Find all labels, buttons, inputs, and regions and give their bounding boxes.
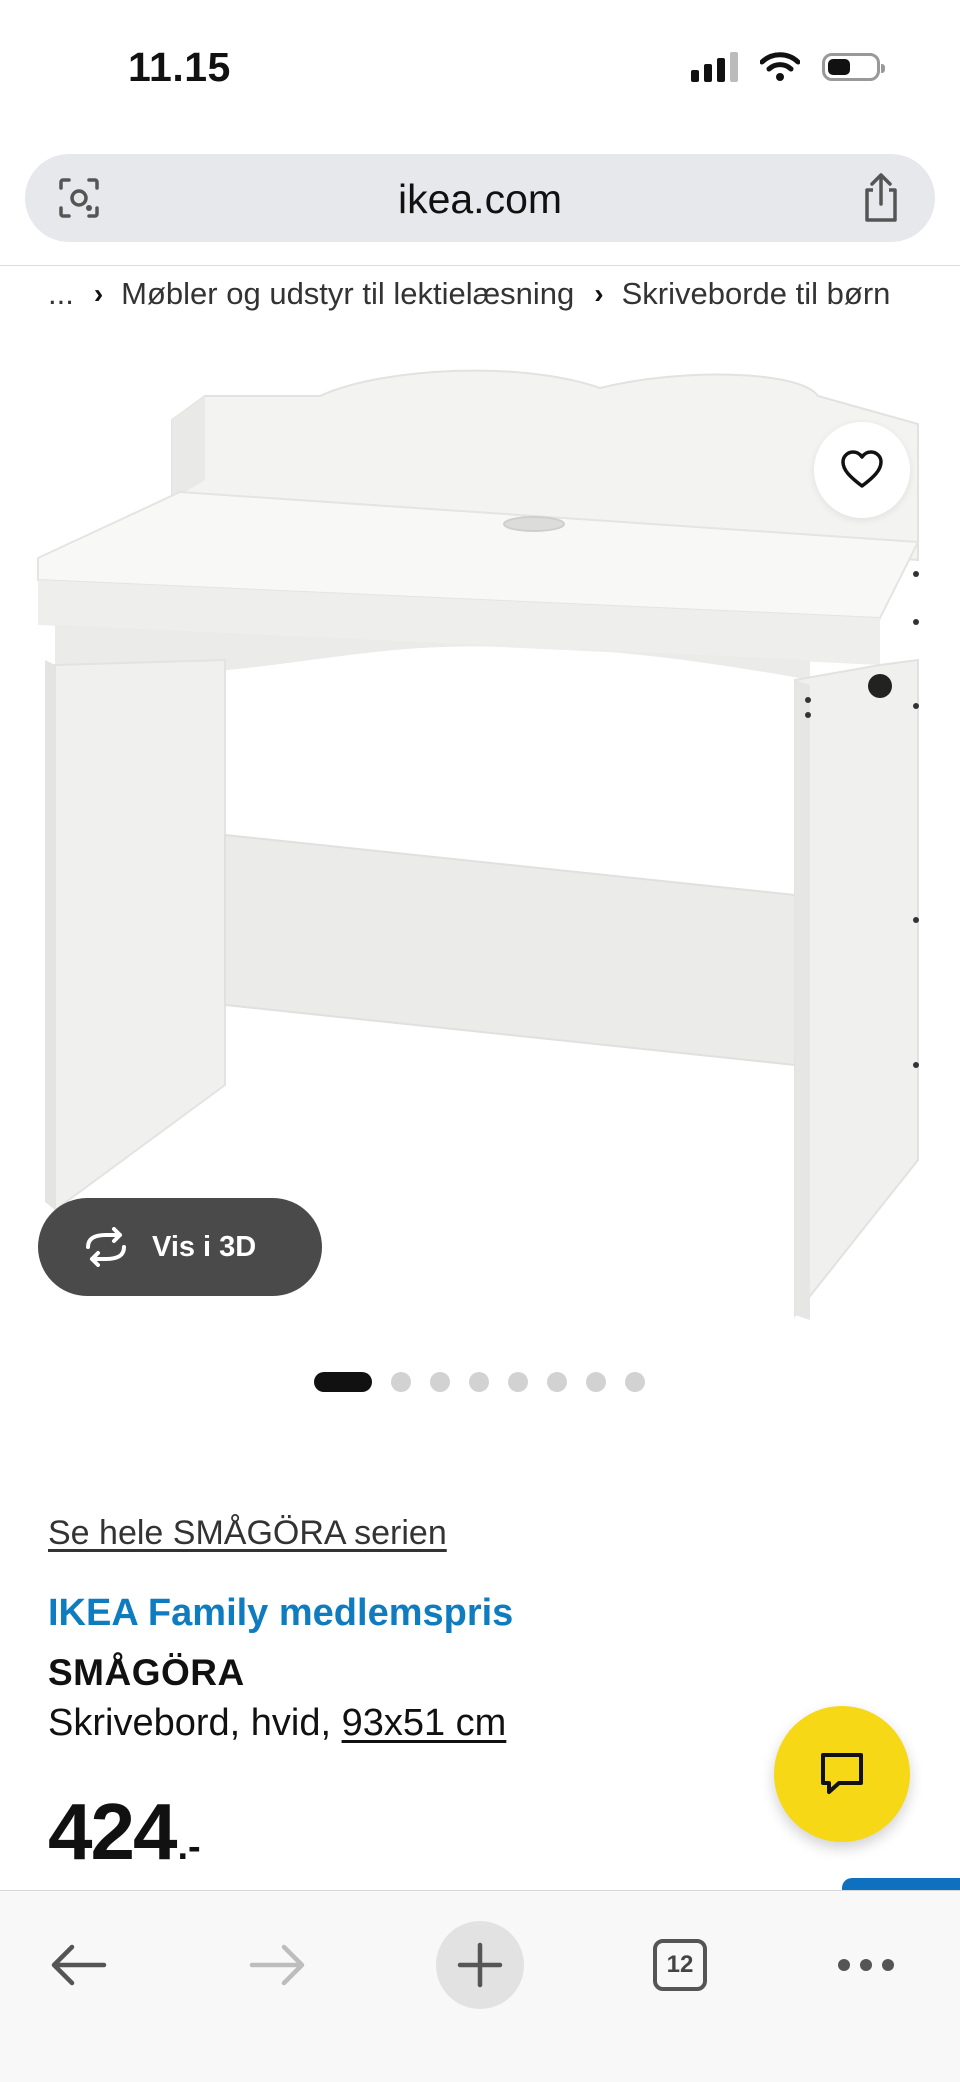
- pagination-dot[interactable]: [508, 1372, 528, 1392]
- pagination-dot[interactable]: [314, 1372, 372, 1392]
- url-text[interactable]: ikea.com: [25, 176, 935, 223]
- product-description-text: Skrivebord, hvid,: [48, 1702, 332, 1744]
- signal-icon: [691, 52, 738, 82]
- back-icon: [51, 1944, 107, 1986]
- share-icon[interactable]: [857, 172, 905, 224]
- breadcrumb-chevron-icon: ›: [594, 278, 604, 309]
- view-3d-label: Vis i 3D: [152, 1230, 257, 1263]
- pagination-dot[interactable]: [469, 1372, 489, 1392]
- series-link[interactable]: Se hele SMÅGÖRA serien: [48, 1514, 447, 1553]
- wifi-icon: [760, 52, 800, 81]
- more-button[interactable]: [822, 1921, 910, 2009]
- status-icons: [691, 52, 885, 82]
- tabs-icon: 12: [653, 1939, 707, 1991]
- view-3d-button[interactable]: Vis i 3D: [38, 1198, 322, 1296]
- chat-icon: [821, 1753, 863, 1794]
- more-icon: [838, 1959, 894, 1971]
- breadcrumb-chevron-icon: ›: [93, 278, 104, 309]
- header-divider: [0, 265, 960, 266]
- browser-toolbar: 12: [0, 1890, 960, 2082]
- favorite-button[interactable]: [814, 422, 910, 518]
- status-time: 11.15: [128, 44, 231, 90]
- image-pagination[interactable]: [314, 1372, 645, 1392]
- pagination-dot[interactable]: [391, 1372, 411, 1392]
- breadcrumb-item[interactable]: Møbler og udstyr til lektielæsning: [121, 276, 574, 312]
- pagination-dot[interactable]: [547, 1372, 567, 1392]
- plus-icon: [457, 1942, 503, 1988]
- pagination-dot[interactable]: [625, 1372, 645, 1392]
- price-amount: 424: [48, 1787, 177, 1876]
- breadcrumb: ... › Møbler og udstyr til lektielæsning…: [48, 274, 890, 314]
- pagination-dot[interactable]: [586, 1372, 606, 1392]
- status-bar: 11.15: [0, 0, 960, 140]
- product-price: 424 .-: [48, 1786, 201, 1878]
- tabs-button[interactable]: 12: [636, 1921, 724, 2009]
- product-image[interactable]: [0, 360, 960, 1340]
- product-size-link[interactable]: 93x51 cm: [342, 1702, 507, 1744]
- battery-icon: [822, 53, 885, 81]
- forward-icon: [249, 1944, 305, 1986]
- product-description: Skrivebord, hvid, 93x51 cm: [48, 1702, 506, 1745]
- product-name: SMÅGÖRA: [48, 1652, 245, 1693]
- rotate-3d-icon: [86, 1227, 126, 1267]
- back-button[interactable]: [34, 1921, 122, 2009]
- pagination-dot[interactable]: [430, 1372, 450, 1392]
- price-suffix: .-: [177, 1826, 201, 1868]
- forward-button[interactable]: [234, 1921, 322, 2009]
- chat-button[interactable]: [774, 1706, 910, 1842]
- new-tab-button[interactable]: [436, 1921, 524, 2009]
- heart-icon: [841, 450, 883, 488]
- family-price-label: IKEA Family medlemspris: [48, 1592, 514, 1634]
- address-bar[interactable]: ikea.com: [25, 154, 935, 242]
- breadcrumb-ellipsis[interactable]: ...: [48, 276, 74, 312]
- breadcrumb-item[interactable]: Skriveborde til børn: [622, 276, 891, 312]
